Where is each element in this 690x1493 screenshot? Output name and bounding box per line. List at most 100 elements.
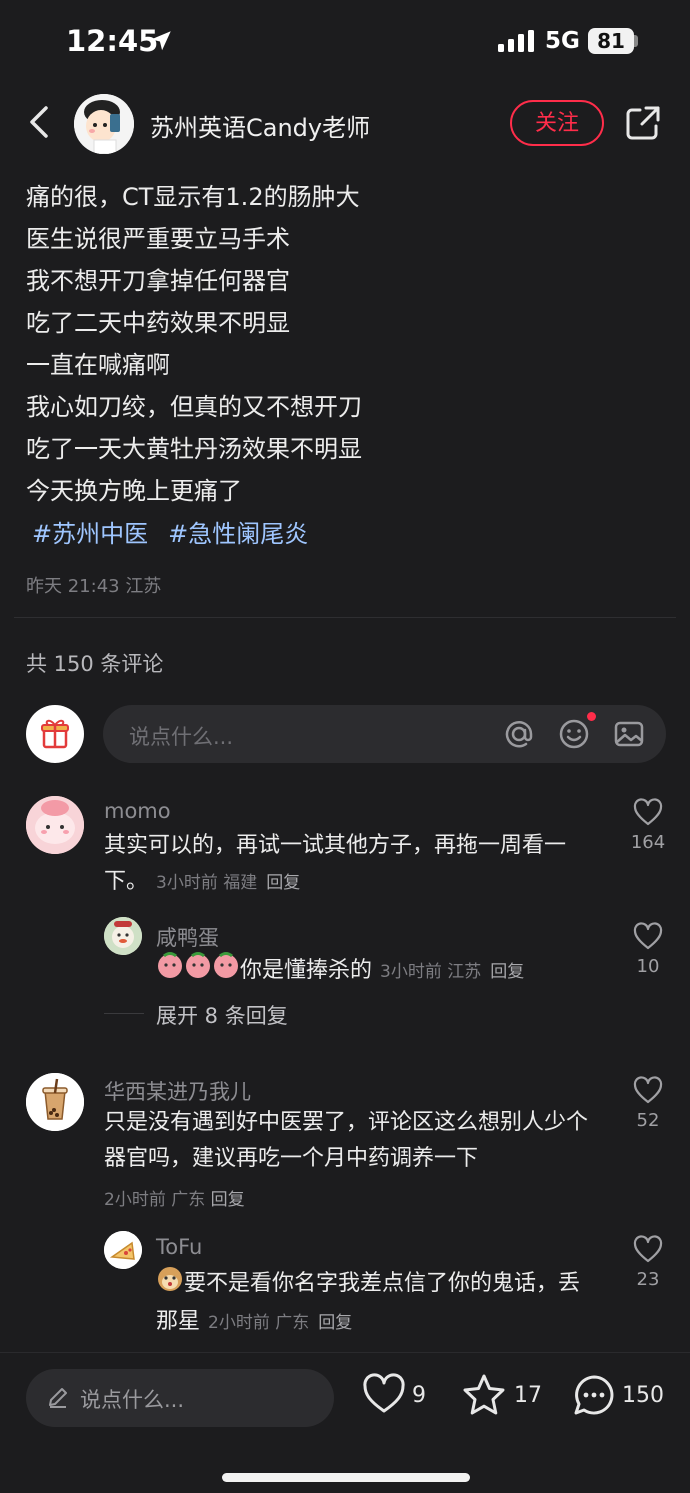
reply-user-name[interactable]: ToFu [156,1235,202,1259]
cartoon-girl-avatar-icon [74,94,134,154]
reply-text-end: 那星 [156,1309,201,1334]
pink-creature-avatar-icon [26,796,84,854]
like-count: 52 [636,1110,660,1131]
status-bar: 12:45 5G 81 [0,0,690,84]
expand-divider [104,1013,144,1014]
bubble-tea-avatar-icon [26,1073,84,1131]
reply-text: 你是懂捧杀的 3小时前 江苏 回复 [156,951,606,991]
like-count: 10 [636,956,660,977]
network-type: 5G [545,28,580,54]
commenter-avatar[interactable] [26,1073,84,1131]
share-icon[interactable] [624,104,662,142]
duck-avatar-icon [104,917,142,955]
collect-post-button[interactable]: 17 [462,1373,542,1421]
comment-text: 其实可以的，再试一试其他方子，再拖一周看一 下。 3小时前 福建 回复 [104,828,604,901]
tag-link[interactable]: #急性阑尾炎 [168,520,308,548]
like-count: 23 [636,1269,660,1290]
back-chevron-icon[interactable] [24,102,56,142]
comment-meta: 3小时前 福建 [156,873,258,893]
gift-button[interactable] [26,705,84,763]
monkey-emoji-icon [156,1264,184,1304]
comment-meta: 2小时前 广东 [104,1190,206,1210]
heart-icon [633,1076,663,1104]
post-line: 我不想开刀拿掉任何器官 [26,267,290,295]
post-line: 一直在喊痛啊 [26,351,170,379]
reply-text-body: 你是懂捧杀的 [240,958,373,983]
comment-text-line: 其实可以的，再试一试其他方子，再拖一周看一 [104,833,567,858]
emoji-icon[interactable] [558,718,590,750]
comment-text: 只是没有遇到好中医罢了，评论区这么想别人少个 器官吗，建议再吃一个月中药调养一下 [104,1105,604,1177]
like-count: 164 [630,832,666,853]
location-arrow-icon [151,31,171,51]
status-time: 12:45 [66,24,159,58]
post-line: 医生说很严重要立马手术 [26,225,290,253]
heart-icon [633,922,663,950]
reply-text: 要不是看你名字我差点信了你的鬼话，丢 那星 2小时前 广东 回复 [156,1264,606,1341]
like-button[interactable]: 52 [618,1076,678,1131]
author-name[interactable]: 苏州英语Candy老师 [150,108,370,143]
follow-button[interactable]: 关注 [510,100,604,146]
battery-icon: 81 [588,28,634,54]
post-like-count: 9 [412,1383,426,1408]
image-icon[interactable] [613,718,645,750]
mention-at-icon[interactable] [503,718,535,750]
bottom-input-placeholder: 说点什么... [80,1388,185,1412]
reply-avatar[interactable] [104,917,142,955]
like-button[interactable]: 10 [618,922,678,977]
gift-icon [41,719,69,749]
pizza-avatar-icon [104,1231,142,1269]
post-meta: 昨天 21:43 江苏 [26,576,162,597]
post-line: 痛的很，CT显示有1.2的肠肿大 [26,183,360,211]
reply-user-name[interactable]: 咸鸭蛋 [156,922,219,952]
comment-count: 共 150 条评论 [26,652,164,676]
reply-link[interactable]: 回复 [266,873,300,893]
comment-input-placeholder: 说点什么... [129,725,234,749]
commenter-avatar[interactable] [26,796,84,854]
star-icon [463,1374,505,1415]
expand-replies-button[interactable]: 展开 8 条回复 [156,1000,288,1030]
home-indicator[interactable] [222,1473,470,1482]
reply-text-line: 要不是看你名字我差点信了你的鬼话，丢 [156,1264,606,1304]
bottom-action-bar: 说点什么... 9 17 150 [0,1352,690,1493]
battery-tip [634,35,638,47]
reply-text-body: 要不是看你名字我差点信了你的鬼话，丢 [184,1271,581,1296]
reply-text-line: 那星 2小时前 广东 回复 [156,1304,606,1341]
bottom-comment-input[interactable]: 说点什么... [26,1369,334,1427]
comment-post-button[interactable]: 150 [572,1373,672,1421]
post-body: 痛的很，CT显示有1.2的肠肿大 医生说很严重要立马手术 我不想开刀拿掉任何器官… [26,176,666,556]
pencil-icon [49,1388,67,1408]
post-line: 吃了一天大黄牡丹汤效果不明显 [26,435,362,463]
post-comment-count: 150 [622,1383,664,1408]
heart-icon [363,1373,405,1413]
like-button[interactable]: 23 [618,1235,678,1290]
comment-text-end: 下。 [104,869,149,894]
post-line: 吃了二天中药效果不明显 [26,309,290,337]
comment-text-line: 下。 3小时前 福建 回复 [104,864,604,901]
comment-text-line: 器官吗，建议再吃一个月中药调养一下 [104,1146,479,1171]
reply-meta: 3小时前 江苏 [380,962,482,982]
post-header: 苏州英语Candy老师 关注 [0,84,690,164]
reply-link[interactable]: 回复 [211,1190,245,1210]
post-line: 我心如刀绞，但真的又不想开刀 [26,393,362,421]
notification-dot [587,712,596,721]
peach-emoji-icon [156,951,240,991]
reply-avatar[interactable] [104,1231,142,1269]
post-star-count: 17 [514,1383,542,1408]
author-avatar[interactable] [74,94,134,154]
like-post-button[interactable]: 9 [362,1373,432,1421]
comment-input[interactable]: 说点什么... [103,705,666,763]
heart-icon [633,1235,663,1263]
speech-bubble-icon [574,1375,614,1415]
cellular-signal-icon [498,30,534,52]
commenter-name[interactable]: 华西某进乃我儿 [104,1076,251,1106]
commenter-name[interactable]: momo [104,799,171,823]
reply-meta: 2小时前 广东 [208,1313,310,1333]
reply-link[interactable]: 回复 [318,1313,352,1333]
post-tags: #苏州中医 #急性阑尾炎 [26,512,666,556]
comment-meta-row: 2小时前 广东 回复 [104,1185,245,1210]
reply-link[interactable]: 回复 [490,962,524,982]
tag-link[interactable]: #苏州中医 [32,520,148,548]
like-button[interactable]: 164 [618,798,678,853]
comment-text-line: 只是没有遇到好中医罢了，评论区这么想别人少个 [104,1110,589,1135]
heart-icon [633,798,663,826]
